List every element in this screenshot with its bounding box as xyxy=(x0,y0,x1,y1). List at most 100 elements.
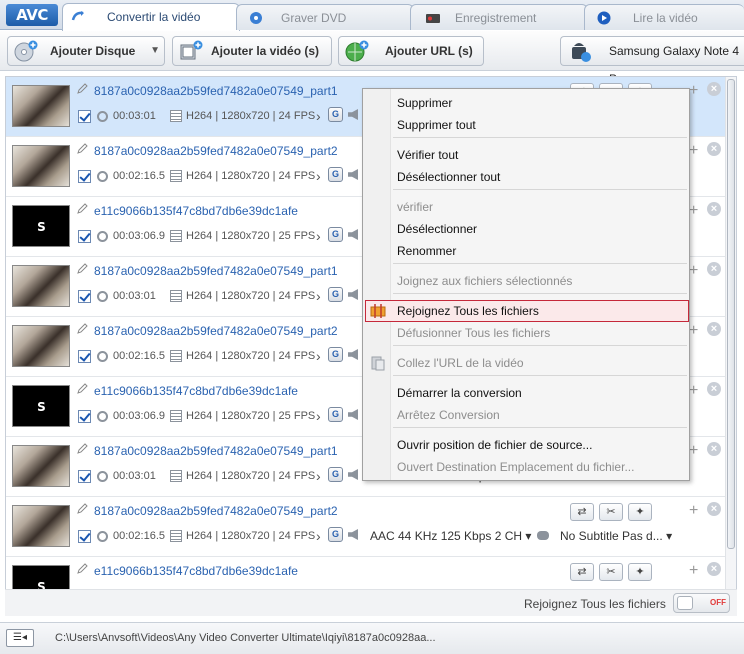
gpu-icon[interactable]: G xyxy=(328,287,343,302)
file-name[interactable]: 8187a0c0928aa2b59fed7482a0e07549_part2 xyxy=(94,324,338,338)
menu-item[interactable]: Supprimer xyxy=(397,93,452,113)
join-toggle[interactable]: OFF xyxy=(673,593,730,613)
chevron-right-icon[interactable]: › xyxy=(316,108,321,124)
menu-item[interactable]: Ouvrir position de fichier de source... xyxy=(397,435,592,455)
gpu-icon[interactable]: G xyxy=(328,467,343,482)
file-checkbox[interactable] xyxy=(78,290,91,303)
file-name[interactable]: 8187a0c0928aa2b59fed7482a0e07549_part2 xyxy=(94,144,338,158)
close-icon[interactable]: × xyxy=(707,442,721,456)
video-thumbnail[interactable] xyxy=(12,85,70,127)
close-icon[interactable]: × xyxy=(707,322,721,336)
file-checkbox[interactable] xyxy=(78,170,91,183)
close-icon[interactable]: × xyxy=(707,562,721,576)
add-icon[interactable]: + xyxy=(689,262,698,280)
scrollbar[interactable] xyxy=(725,77,736,615)
chevron-right-icon[interactable]: › xyxy=(316,348,321,364)
chevron-right-icon[interactable]: › xyxy=(316,288,321,304)
file-checkbox[interactable] xyxy=(78,230,91,243)
gpu-icon[interactable]: G xyxy=(328,347,343,362)
chevron-right-icon[interactable]: › xyxy=(316,528,321,544)
file-name[interactable]: e11c9066b135f47c8bd7db6e39dc1afe xyxy=(94,204,298,218)
add-icon[interactable]: + xyxy=(689,442,698,460)
video-thumbnail[interactable]: S CHEMIS xyxy=(12,385,70,427)
menu-item[interactable]: Renommer xyxy=(397,241,456,261)
pencil-icon[interactable] xyxy=(76,203,88,215)
video-thumbnail[interactable] xyxy=(12,325,70,367)
menu-item[interactable]: Désélectionner tout xyxy=(397,167,500,187)
close-icon[interactable]: × xyxy=(707,262,721,276)
chevron-right-icon[interactable]: › xyxy=(316,408,321,424)
add-icon[interactable]: + xyxy=(689,382,698,400)
add-icon[interactable]: + xyxy=(689,562,698,580)
gpu-icon[interactable]: G xyxy=(328,407,343,422)
add-icon[interactable]: + xyxy=(689,322,698,340)
add-icon[interactable]: + xyxy=(689,202,698,220)
pencil-icon[interactable] xyxy=(76,263,88,275)
cut-icon[interactable]: ✂ xyxy=(599,503,623,521)
file-name[interactable]: 8187a0c0928aa2b59fed7482a0e07549_part1 xyxy=(94,84,338,98)
chevron-right-icon[interactable]: › xyxy=(316,468,321,484)
tab-burn-dvd[interactable]: Graver DVD xyxy=(236,4,414,30)
close-icon[interactable]: × xyxy=(707,202,721,216)
pencil-icon[interactable] xyxy=(76,83,88,95)
cut-icon[interactable]: ✂ xyxy=(599,563,623,581)
file-checkbox[interactable] xyxy=(78,470,91,483)
tab-convert-video[interactable]: Convertir la vidéo xyxy=(62,3,240,31)
add-video-button[interactable]: Ajouter la vidéo (s) xyxy=(172,36,332,66)
pencil-icon[interactable] xyxy=(76,143,88,155)
close-icon[interactable]: × xyxy=(707,82,721,96)
convert-row-button[interactable]: ⇄ xyxy=(570,503,594,521)
video-thumbnail[interactable] xyxy=(12,505,70,547)
add-url-button[interactable]: Ajouter URL (s) xyxy=(338,36,484,66)
menu-item[interactable]: Vérifier tout xyxy=(397,145,458,165)
chevron-down-icon[interactable]: ▼ xyxy=(150,37,160,65)
chevron-right-icon[interactable]: › xyxy=(316,168,321,184)
magic-wand-icon[interactable]: ✦ xyxy=(628,563,652,581)
convert-row-button[interactable]: ⇄ xyxy=(570,563,594,581)
file-name[interactable]: 8187a0c0928aa2b59fed7482a0e07549_part1 xyxy=(94,264,338,278)
file-name[interactable]: 8187a0c0928aa2b59fed7482a0e07549_part2 xyxy=(94,504,338,518)
close-icon[interactable]: × xyxy=(707,382,721,396)
audio-info[interactable]: AAC 44 KHz 125 Kbps 2 CH ▾ xyxy=(370,529,531,543)
add-disc-button[interactable]: Ajouter Disque ▼ xyxy=(7,36,165,66)
gpu-icon[interactable]: G xyxy=(328,227,343,242)
add-icon[interactable]: + xyxy=(689,82,698,100)
pencil-icon[interactable] xyxy=(76,383,88,395)
pencil-icon[interactable] xyxy=(76,503,88,515)
menu-item[interactable]: Supprimer tout xyxy=(397,115,476,135)
add-icon[interactable]: + xyxy=(689,142,698,160)
scrollbar-thumb[interactable] xyxy=(727,79,735,549)
file-name[interactable]: 8187a0c0928aa2b59fed7482a0e07549_part1 xyxy=(94,444,338,458)
gpu-icon[interactable]: G xyxy=(328,107,343,122)
file-row[interactable]: 8187a0c0928aa2b59fed7482a0e07549_part2 00… xyxy=(6,497,736,557)
tab-play-video[interactable]: Lire la vidéo xyxy=(584,4,744,30)
magic-wand-icon[interactable]: ✦ xyxy=(628,503,652,521)
close-icon[interactable]: × xyxy=(707,142,721,156)
pencil-icon[interactable] xyxy=(76,323,88,335)
video-thumbnail[interactable]: S CHEMIS xyxy=(12,205,70,247)
output-device-selector[interactable]: Samsung Galaxy Note 4 P xyxy=(560,36,744,86)
file-name[interactable]: e11c9066b135f47c8bd7db6e39dc1afe xyxy=(94,564,298,578)
tab-record[interactable]: Enregistrement xyxy=(410,4,588,30)
chevron-right-icon[interactable]: › xyxy=(316,228,321,244)
pencil-icon[interactable] xyxy=(76,443,88,455)
file-checkbox[interactable] xyxy=(78,410,91,423)
menu-item[interactable]: Rejoignez Tous les fichiers xyxy=(397,301,539,321)
menu-item[interactable]: Désélectionner xyxy=(397,219,477,239)
subtitle-info[interactable]: No Subtitle Pas d... ▾ xyxy=(560,529,672,543)
file-checkbox[interactable] xyxy=(78,350,91,363)
close-icon[interactable]: × xyxy=(707,502,721,516)
panel-toggle-icon[interactable]: ☰◂ xyxy=(6,629,34,647)
toggle-knob[interactable] xyxy=(677,596,693,610)
video-thumbnail[interactable] xyxy=(12,145,70,187)
video-thumbnail[interactable] xyxy=(12,265,70,307)
pencil-icon[interactable] xyxy=(76,563,88,575)
menu-item[interactable]: Démarrer la conversion xyxy=(397,383,522,403)
video-thumbnail[interactable] xyxy=(12,445,70,487)
file-name[interactable]: e11c9066b135f47c8bd7db6e39dc1afe xyxy=(94,384,298,398)
file-checkbox[interactable] xyxy=(78,110,91,123)
add-icon[interactable]: + xyxy=(689,502,698,520)
gpu-icon[interactable]: G xyxy=(328,167,343,182)
file-checkbox[interactable] xyxy=(78,530,91,543)
gpu-icon[interactable]: G xyxy=(328,527,343,542)
